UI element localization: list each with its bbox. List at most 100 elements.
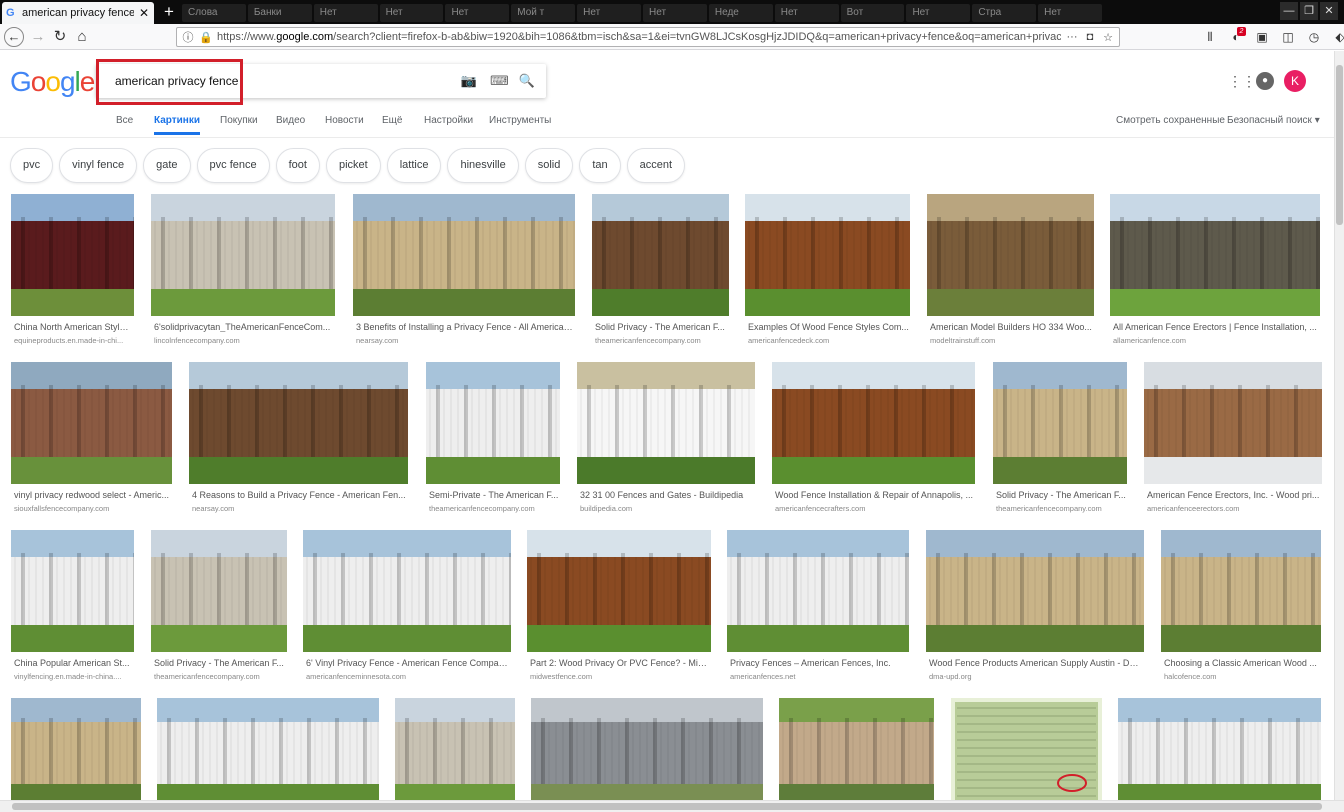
result-title[interactable]: Wood Fence Products American Supply Aust… (929, 658, 1143, 668)
tab-settings[interactable]: Настройки (424, 115, 473, 126)
result-thumbnail[interactable] (1144, 362, 1322, 484)
url-text[interactable]: https://www.google.com/search?client=fir… (217, 31, 1061, 43)
chip-foot[interactable]: foot (275, 148, 320, 183)
chip-pvc[interactable]: pvc (10, 148, 54, 183)
browser-tab-background[interactable]: Нет (313, 4, 378, 22)
browser-tab-background[interactable]: Нет (379, 4, 444, 22)
result-title[interactable]: Choosing a Classic American Wood ... (1164, 658, 1320, 668)
browser-tab-background[interactable]: Банки (247, 4, 312, 22)
result-title[interactable]: China North American Style ... (14, 322, 133, 332)
browser-tab-background[interactable]: Нет (643, 4, 707, 22)
reload-icon[interactable]: ↻ (50, 27, 70, 47)
result-title[interactable]: Semi-Private - The American F... (429, 490, 559, 500)
result-thumbnail[interactable] (951, 698, 1102, 808)
result-thumbnail[interactable] (11, 194, 134, 316)
search-input[interactable] (115, 72, 445, 90)
keyboard-icon[interactable]: ⌨ (490, 72, 509, 90)
result-source[interactable]: nearsay.com (192, 504, 407, 513)
result-thumbnail[interactable] (11, 362, 172, 484)
browser-tab-background[interactable]: Мой т (511, 4, 576, 22)
result-thumbnail[interactable] (727, 530, 909, 652)
browser-tab-background[interactable]: Нет (445, 4, 510, 22)
result-title[interactable]: 6'solidprivacytan_TheAmericanFenceCom... (154, 322, 334, 332)
notifications-bell-icon[interactable]: ● (1256, 72, 1274, 90)
result-thumbnail[interactable] (592, 194, 729, 316)
chip-accent[interactable]: accent (626, 148, 686, 183)
result-title[interactable]: Solid Privacy - The American F... (154, 658, 286, 668)
result-title[interactable]: Part 2: Wood Privacy Or PVC Fence? - Mid… (530, 658, 710, 668)
result-thumbnail[interactable] (189, 362, 408, 484)
browser-tab-background[interactable]: Стра (972, 4, 1037, 22)
reader-view-icon[interactable]: ▣ (1252, 27, 1272, 47)
result-thumbnail[interactable] (527, 530, 711, 652)
pocket-icon[interactable]: ◘ (1083, 31, 1097, 43)
result-source[interactable]: americanfenceerectors.com (1147, 504, 1321, 513)
notification-icon[interactable]: ◐ 2 (1226, 27, 1246, 47)
result-title[interactable]: Solid Privacy - The American F... (595, 322, 728, 332)
url-bar[interactable]: ⓘ 🔒 https://www.google.com/search?client… (176, 27, 1120, 47)
result-source[interactable]: modeltrainstuff.com (930, 336, 1093, 345)
result-thumbnail[interactable] (157, 698, 379, 808)
more-actions-icon[interactable]: ··· (1065, 31, 1079, 43)
close-window-icon[interactable]: ✕ (1320, 2, 1338, 20)
result-thumbnail[interactable] (151, 194, 335, 316)
maximize-icon[interactable]: ❐ (1300, 2, 1318, 20)
avatar[interactable]: K (1284, 70, 1306, 92)
result-thumbnail[interactable] (927, 194, 1094, 316)
result-thumbnail[interactable] (151, 530, 287, 652)
chip-gate[interactable]: gate (143, 148, 191, 183)
tab-video[interactable]: Видео (276, 115, 305, 126)
tab-news[interactable]: Новости (325, 115, 364, 126)
result-source[interactable]: nearsay.com (356, 336, 574, 345)
result-title[interactable]: Solid Privacy - The American F... (996, 490, 1126, 500)
result-title[interactable]: 3 Benefits of Installing a Privacy Fence… (356, 322, 574, 332)
result-source[interactable]: vinylfencing.en.made-in-china.... (14, 672, 133, 681)
horizontal-scrollbar[interactable] (0, 800, 1344, 812)
browser-tab-background[interactable]: Нет (906, 4, 971, 22)
result-thumbnail[interactable] (1161, 530, 1321, 652)
result-title[interactable]: 6' Vinyl Privacy Fence - American Fence … (306, 658, 510, 668)
browser-tab-background[interactable]: Неде (708, 4, 773, 22)
result-source[interactable]: americanfencedeck.com (748, 336, 909, 345)
result-title[interactable]: Privacy Fences – American Fences, Inc. (730, 658, 908, 668)
result-source[interactable]: equineproducts.en.made-in-chi... (14, 336, 133, 345)
result-thumbnail[interactable] (772, 362, 975, 484)
chip-vinyl-fence[interactable]: vinyl fence (59, 148, 138, 183)
tab-tools[interactable]: Инструменты (489, 115, 551, 126)
result-source[interactable]: theamericanfencecompany.com (595, 336, 728, 345)
result-source[interactable]: midwestfence.com (530, 672, 710, 681)
chip-hinesville[interactable]: hinesville (447, 148, 519, 183)
result-source[interactable]: theamericanfencecompany.com (154, 672, 286, 681)
forward-button-icon[interactable]: → (28, 27, 48, 47)
tag-icon[interactable]: ⬖ (1330, 27, 1344, 47)
chip-lattice[interactable]: lattice (386, 148, 442, 183)
camera-icon[interactable]: 📷 (460, 72, 478, 90)
result-source[interactable]: theamericanfencecompany.com (429, 504, 559, 513)
result-thumbnail[interactable] (745, 194, 910, 316)
result-title[interactable]: American Fence Erectors, Inc. - Wood pri… (1147, 490, 1321, 500)
result-source[interactable]: halcofence.com (1164, 672, 1320, 681)
result-source[interactable]: allamericanfence.com (1113, 336, 1319, 345)
search-icon[interactable]: 🔍 (518, 72, 536, 90)
result-source[interactable]: americanfenceminnesota.com (306, 672, 510, 681)
safesearch-dropdown[interactable]: Безопасный поиск ▾ (1227, 115, 1320, 126)
tab-close-icon[interactable]: ✕ (138, 6, 150, 20)
result-title[interactable]: 4 Reasons to Build a Privacy Fence - Ame… (192, 490, 407, 500)
browser-tab-background[interactable]: Слова (182, 4, 246, 22)
result-thumbnail[interactable] (1110, 194, 1320, 316)
saved-images-link[interactable]: Смотреть сохраненные (1116, 115, 1225, 126)
history-icon[interactable]: ◷ (1304, 27, 1324, 47)
tab-all[interactable]: Все (116, 115, 133, 126)
result-source[interactable]: siouxfallsfencecompany.com (14, 504, 171, 513)
tab-more[interactable]: Ещё (382, 115, 402, 126)
browser-tab-background[interactable]: Вот (840, 4, 905, 22)
tab-shopping[interactable]: Покупки (220, 115, 258, 126)
tab-images[interactable]: Картинки (154, 115, 201, 135)
result-thumbnail[interactable] (531, 698, 763, 808)
result-title[interactable]: Wood Fence Installation & Repair of Anna… (775, 490, 974, 500)
chip-picket[interactable]: picket (325, 148, 381, 183)
apps-grid-icon[interactable]: ⋮⋮ (1228, 72, 1256, 90)
chip-solid[interactable]: solid (524, 148, 574, 183)
result-thumbnail[interactable] (395, 698, 515, 808)
new-tab-button[interactable]: + (160, 2, 178, 22)
